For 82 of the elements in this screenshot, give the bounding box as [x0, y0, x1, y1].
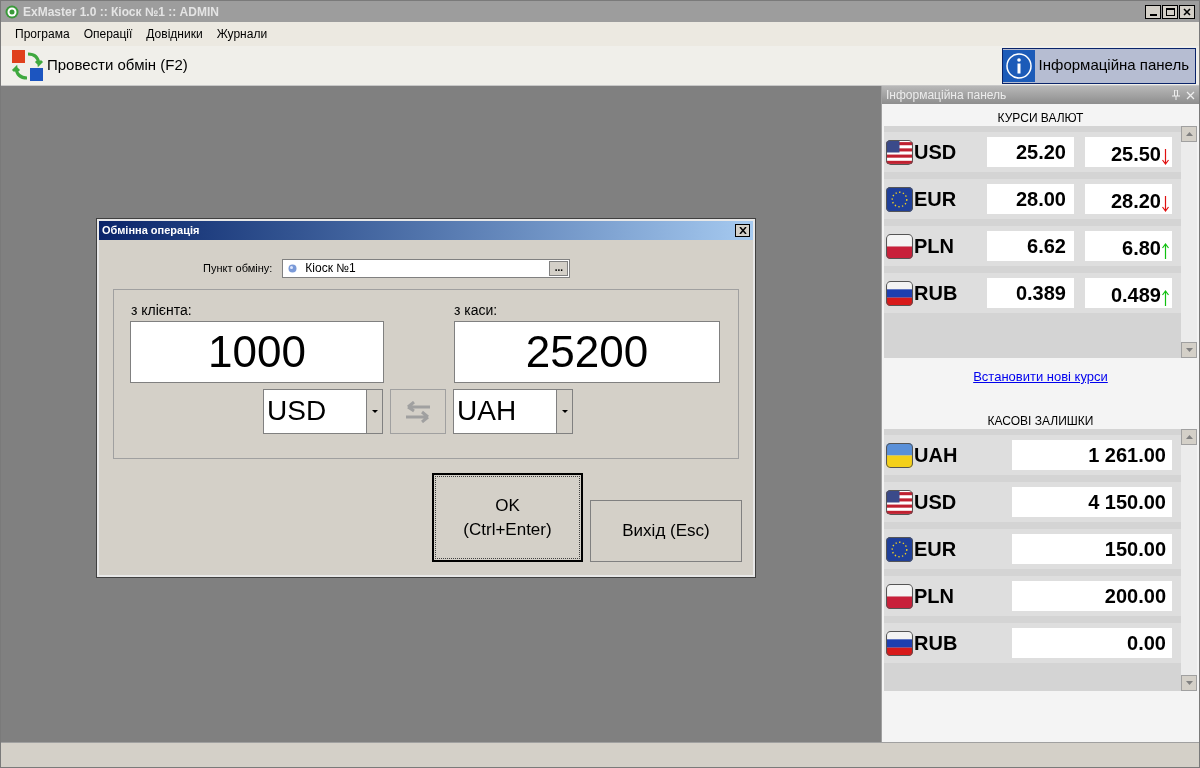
panel-title: Інформаційна панель — [886, 87, 1007, 104]
set-rates-link[interactable]: Встановити нові курси — [973, 369, 1108, 384]
browse-button[interactable]: ... — [549, 260, 569, 276]
balance-amount: 0.00 — [1012, 628, 1172, 658]
app-icon — [5, 4, 19, 19]
minimize-icon — [1149, 13, 1157, 16]
currency-dropdown[interactable]: USD — [263, 389, 383, 434]
amount-field[interactable]: 25200 — [454, 321, 720, 383]
balance-amount: 200.00 — [1012, 581, 1172, 611]
menu-item[interactable]: Довідники — [142, 25, 207, 43]
scroll-up-button[interactable] — [1181, 429, 1197, 445]
flag-icon — [886, 536, 913, 562]
section-title: КУРСИ ВАЛЮТ — [996, 110, 1085, 126]
swap-icon — [404, 400, 432, 423]
field-label: з клієнта: — [131, 301, 193, 320]
flag-icon — [886, 489, 913, 515]
scroll-down-button[interactable] — [1181, 342, 1197, 358]
close-icon — [738, 227, 747, 234]
ok-button[interactable]: OK (Ctrl+Enter) — [432, 473, 583, 562]
exit-button[interactable]: Вихід (Esc) — [590, 500, 742, 562]
sell-rate: 28.20 — [1110, 190, 1161, 212]
currency-dropdown[interactable]: UAH — [453, 389, 573, 434]
scroll-down-icon — [1185, 348, 1193, 352]
window-title: ExMaster 1.0 :: Кіоск №1 :: ADMIN — [23, 3, 220, 21]
amount-field[interactable]: 1000 — [130, 321, 384, 383]
flag-icon — [886, 583, 913, 609]
flag-icon — [886, 139, 913, 165]
menu-item[interactable]: Журнали — [212, 25, 272, 43]
dialog-title: Обмінна операція — [102, 223, 200, 239]
menu-item[interactable]: Операції — [79, 25, 137, 43]
buy-rate: 28.00 — [987, 184, 1074, 214]
flag-icon — [886, 442, 913, 468]
sell-rate: 0.489 — [1110, 284, 1161, 306]
exchange-icon — [11, 48, 45, 83]
scrollbar[interactable] — [1181, 126, 1197, 358]
close-icon[interactable] — [1186, 90, 1195, 100]
pin-icon[interactable] — [1172, 90, 1180, 100]
caret-icon — [371, 410, 378, 413]
currency-code: RUB — [914, 281, 959, 306]
currency-code: PLN — [914, 234, 955, 259]
currency-code: EUR — [914, 537, 958, 562]
currency-code: UAH — [914, 443, 959, 468]
flag-icon — [886, 280, 913, 306]
exchange-point-field[interactable]: Кіоск №1 ... — [282, 258, 571, 278]
section-title: КАСОВІ ЗАЛИШКИ — [986, 413, 1095, 429]
scroll-up-icon — [1185, 435, 1193, 439]
close-button[interactable] — [735, 224, 750, 237]
info-panel-button[interactable]: Інформаційна панель — [1001, 47, 1196, 84]
flag-icon — [886, 186, 913, 212]
info-icon — [1002, 49, 1035, 82]
currency-code: USD — [914, 140, 958, 165]
flag-icon — [886, 630, 913, 656]
buy-rate: 25.20 — [987, 137, 1074, 167]
swap-button[interactable] — [390, 389, 446, 434]
currency-code: RUB — [914, 631, 959, 656]
scroll-down-button[interactable] — [1181, 675, 1197, 691]
field-label: з каси: — [454, 301, 498, 320]
scroll-up-icon — [1185, 132, 1193, 136]
maximize-icon — [1165, 7, 1175, 16]
buy-rate: 6.62 — [987, 231, 1074, 261]
exchange-button[interactable]: Провести обмін (F2) — [7, 47, 192, 84]
dot-icon — [288, 263, 298, 273]
balance-amount: 1 261.00 — [1012, 440, 1172, 470]
balance-amount: 150.00 — [1012, 534, 1172, 564]
flag-icon — [886, 233, 913, 259]
currency-code: EUR — [914, 187, 958, 212]
balance-amount: 4 150.00 — [1012, 487, 1172, 517]
buy-rate: 0.389 — [987, 278, 1074, 308]
sell-rate: 25.50 — [1110, 143, 1161, 165]
minimize-button[interactable] — [1145, 4, 1161, 19]
scroll-up-button[interactable] — [1181, 126, 1197, 142]
caret-icon — [561, 410, 568, 413]
scrollbar[interactable] — [1181, 429, 1197, 691]
currency-code: USD — [914, 490, 958, 515]
close-button[interactable] — [1179, 4, 1195, 19]
scroll-down-icon — [1185, 681, 1193, 685]
menu-item[interactable]: Програма — [11, 25, 74, 43]
close-icon — [1183, 7, 1191, 16]
maximize-button[interactable] — [1162, 4, 1178, 19]
currency-code: PLN — [914, 584, 955, 609]
sell-rate: 6.80 — [1122, 237, 1161, 259]
field-label: Пункт обміну: — [203, 260, 273, 276]
